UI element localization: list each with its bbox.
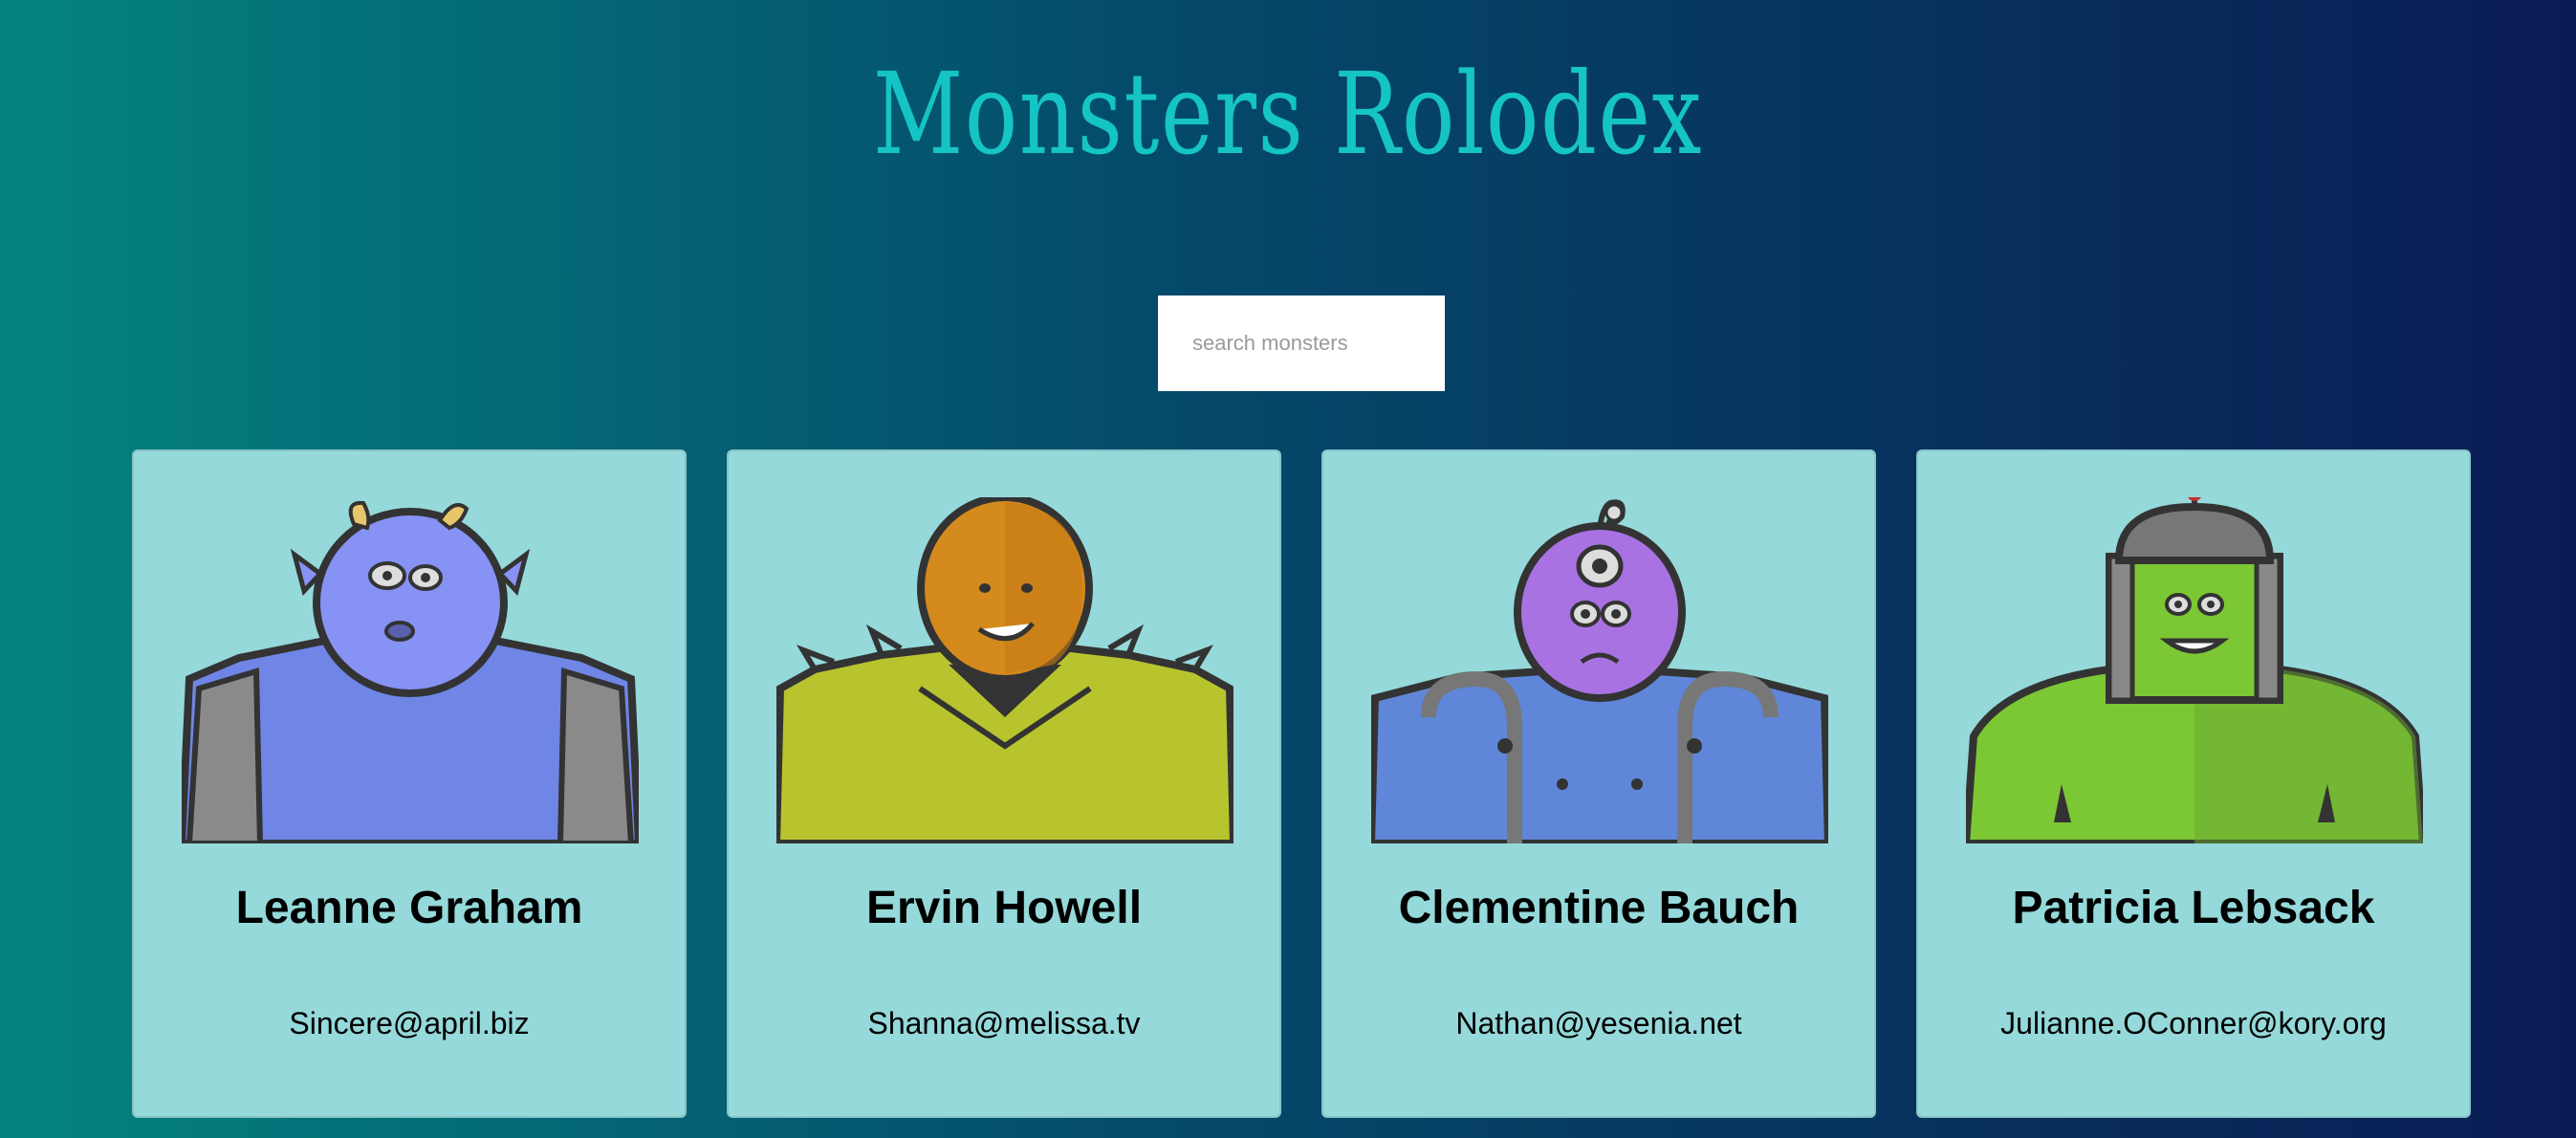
orange-spiky-monster-icon xyxy=(776,497,1233,843)
monster-name: Clementine Bauch xyxy=(1398,883,1800,933)
monster-name: Patricia Lebsack xyxy=(2012,883,2375,933)
monster-name: Leanne Graham xyxy=(235,883,583,933)
blue-horned-monster-icon xyxy=(182,500,639,843)
green-robot-monster-icon xyxy=(1966,497,2423,843)
purple-cyclops-monster-icon xyxy=(1371,499,1828,843)
card-list: Leanne Graham Sincere@april.biz Ervin Ho… xyxy=(132,449,2471,1118)
monster-email: Julianne.OConner@kory.org xyxy=(2000,1006,2387,1040)
monster-name: Ervin Howell xyxy=(865,883,1143,933)
app-title: Monsters Rolodex xyxy=(873,48,1703,180)
monster-email: Shanna@melissa.tv xyxy=(867,1006,1141,1040)
monster-email: Nathan@yesenia.net xyxy=(1455,1006,1742,1040)
monster-card[interactable]: Clementine Bauch Nathan@yesenia.net xyxy=(1321,449,1876,1118)
search-input[interactable] xyxy=(1158,295,1445,391)
monster-card[interactable]: Leanne Graham Sincere@april.biz xyxy=(132,449,687,1118)
monster-card[interactable]: Patricia Lebsack Julianne.OConner@kory.o… xyxy=(1916,449,2471,1118)
monster-email: Sincere@april.biz xyxy=(289,1006,530,1040)
monster-card[interactable]: Ervin Howell Shanna@melissa.tv xyxy=(727,449,1281,1118)
